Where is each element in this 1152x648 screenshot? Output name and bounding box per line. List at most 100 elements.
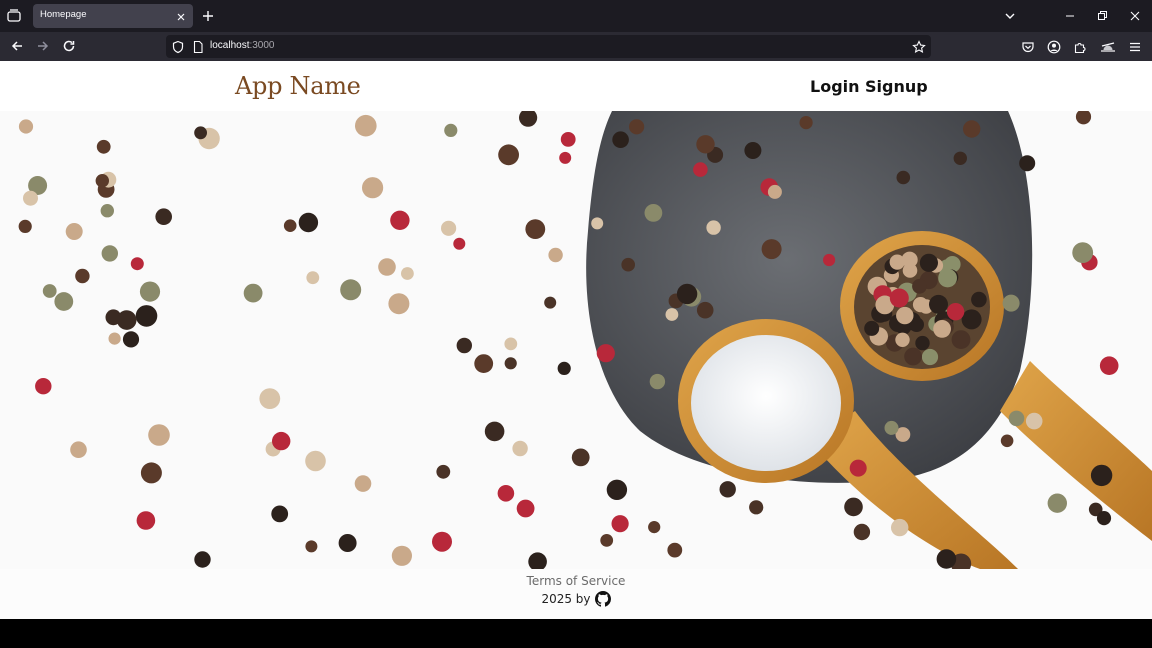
- peppercorn: [283, 219, 297, 232]
- peppercorn: [105, 309, 122, 326]
- peppercorn: [971, 291, 987, 308]
- peppercorn: [194, 551, 211, 568]
- peppercorn: [504, 337, 518, 351]
- peppercorn: [844, 497, 863, 517]
- peppercorn: [436, 464, 451, 479]
- peppercorn: [474, 354, 494, 373]
- peppercorn: [591, 217, 604, 230]
- hero-illustration: [18, 111, 1152, 569]
- peppercorn: [693, 162, 708, 177]
- peppercorn: [621, 257, 635, 272]
- signup-link[interactable]: Signup: [865, 77, 928, 96]
- peppercorn: [456, 337, 472, 354]
- peppercorn: [896, 170, 911, 185]
- peppercorn: [929, 294, 948, 314]
- hero-image: [0, 111, 1152, 569]
- peppercorn: [136, 511, 156, 530]
- peppercorn: [362, 177, 384, 199]
- restore-icon[interactable]: [1094, 8, 1110, 24]
- peppercorn: [1072, 242, 1094, 263]
- peppercorn: [1047, 493, 1068, 513]
- account-icon[interactable]: [1047, 39, 1061, 54]
- reload-icon[interactable]: [61, 38, 77, 54]
- extension-sunset-icon[interactable]: [1100, 39, 1115, 53]
- peppercorn: [596, 344, 615, 363]
- brand-logo[interactable]: App Name: [235, 72, 361, 100]
- peppercorn: [667, 542, 683, 558]
- peppercorn: [18, 119, 34, 134]
- pocket-icon[interactable]: [1021, 39, 1035, 53]
- chevron-down-icon[interactable]: [1002, 8, 1018, 24]
- peppercorn: [65, 223, 83, 240]
- peppercorn: [799, 116, 813, 130]
- peppercorn: [953, 151, 967, 165]
- peppercorn: [864, 320, 880, 336]
- peppercorn: [557, 361, 571, 375]
- peppercorn: [1019, 155, 1036, 172]
- peppercorn: [644, 204, 663, 222]
- terms-of-service-link[interactable]: Terms of Service: [0, 574, 1152, 588]
- peppercorn: [18, 219, 32, 233]
- site-header: App Name Login Signup: [0, 61, 1152, 111]
- peppercorn: [1000, 434, 1014, 448]
- tab-homepage[interactable]: Homepage: [33, 4, 193, 28]
- peppercorn: [75, 268, 90, 284]
- url-host: localhost: [210, 40, 250, 51]
- peppercorn: [259, 388, 281, 409]
- peppercorn: [96, 139, 111, 154]
- new-tab-icon[interactable]: [200, 8, 216, 24]
- peppercorn: [516, 499, 535, 518]
- address-bar[interactable]: localhost:3000: [166, 35, 931, 58]
- shield-icon[interactable]: [171, 39, 185, 54]
- window-close-icon[interactable]: [1127, 8, 1143, 24]
- peppercorn: [761, 239, 782, 260]
- peppercorn: [390, 210, 410, 230]
- peppercorn: [298, 212, 319, 233]
- peppercorn: [139, 281, 161, 302]
- peppercorn: [155, 208, 172, 225]
- peppercorn: [504, 357, 517, 370]
- peppercorn: [611, 515, 629, 533]
- peppercorn: [649, 373, 666, 390]
- peppercorn: [665, 308, 679, 321]
- peppercorn: [933, 320, 951, 338]
- peppercorn: [148, 424, 170, 446]
- peppercorn: [560, 132, 576, 147]
- credit-text: 2025 by: [541, 592, 591, 606]
- login-link[interactable]: Login: [810, 77, 860, 96]
- peppercorn: [194, 126, 208, 140]
- minimize-icon[interactable]: [1062, 8, 1078, 24]
- peppercorn: [1096, 511, 1112, 526]
- peppercorn: [378, 258, 396, 276]
- back-arrow-icon[interactable]: [9, 38, 25, 54]
- peppercorn: [648, 521, 661, 534]
- peppercorn: [921, 348, 939, 366]
- menu-icon[interactable]: [1128, 39, 1142, 53]
- peppercorn: [441, 220, 457, 236]
- github-icon[interactable]: [594, 591, 611, 607]
- page-icon[interactable]: [191, 39, 205, 54]
- peppercorn: [891, 518, 909, 537]
- forward-arrow-icon[interactable]: [35, 38, 51, 54]
- peppercorn: [340, 279, 362, 301]
- tab-list-icon[interactable]: [4, 6, 24, 26]
- peppercorn: [884, 420, 899, 435]
- peppercorn: [243, 283, 263, 303]
- peppercorn: [101, 245, 119, 262]
- close-icon[interactable]: [174, 9, 188, 23]
- peppercorn: [853, 523, 871, 541]
- peppercorn: [391, 545, 412, 566]
- peppercorn: [548, 247, 563, 263]
- peppercorn: [140, 462, 162, 484]
- peppercorn: [889, 254, 905, 270]
- peppercorn: [1099, 356, 1119, 375]
- peppercorn: [706, 220, 721, 235]
- peppercorn: [946, 303, 965, 321]
- peppercorn: [912, 278, 927, 294]
- peppercorn: [135, 305, 158, 327]
- peppercorn: [744, 142, 762, 159]
- peppercorn: [559, 151, 572, 164]
- url-text[interactable]: localhost:3000: [210, 40, 275, 51]
- extensions-icon[interactable]: [1073, 39, 1087, 54]
- bookmark-star-icon[interactable]: [912, 39, 926, 53]
